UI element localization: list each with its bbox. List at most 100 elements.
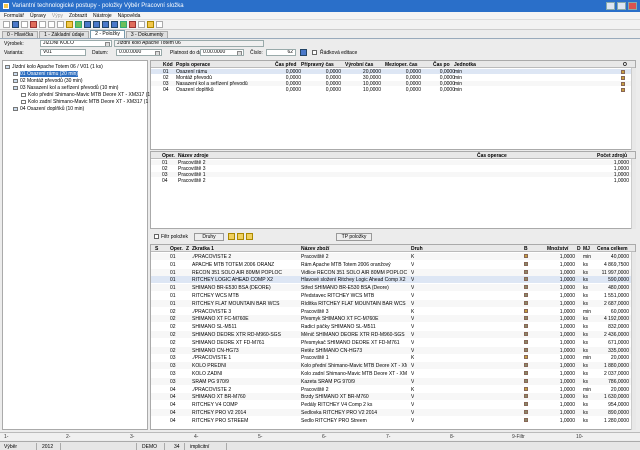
tree-item-03-1[interactable]: Kolo přední Shimano-Mavic MTB Deore XT -… (21, 92, 158, 98)
col-popis[interactable]: Popis operace (176, 62, 210, 68)
col-mnozstvi[interactable]: Množství (547, 246, 568, 252)
platnost-field[interactable]: 0.00.0000 (200, 49, 244, 56)
maximize-button[interactable] (617, 2, 626, 10)
filtr-checkbox[interactable] (154, 234, 159, 239)
col-nazev-zdroje[interactable]: Název zdroje (178, 153, 209, 159)
fkey-10[interactable]: 10- (576, 434, 583, 440)
help-icon[interactable] (156, 21, 163, 28)
print-icon[interactable] (21, 21, 28, 28)
col-o[interactable]: O (623, 62, 627, 68)
operation-flag-icon[interactable] (621, 70, 625, 74)
table-row[interactable] (151, 172, 631, 177)
col-cas-po[interactable]: Čas po (433, 62, 450, 68)
tab-dokumenty[interactable]: 3 - Dokumenty (125, 31, 169, 38)
col-d[interactable]: D (577, 246, 581, 252)
table-row[interactable] (151, 166, 631, 171)
cislo-field[interactable]: 62 (266, 49, 296, 56)
col-vyrobni[interactable]: Výrobní čas (345, 62, 373, 68)
tab-polozky[interactable]: 2 - Položky (90, 30, 125, 38)
menu-vypy[interactable]: Výpy (52, 13, 63, 19)
folder-icon[interactable] (228, 233, 235, 240)
col-jednotka[interactable]: Jednotka (454, 62, 476, 68)
res-scrollbar[interactable] (631, 159, 636, 229)
tab-hlavicka[interactable]: 0 - Hlavička (2, 31, 39, 38)
col-kod[interactable]: Kód (163, 62, 173, 68)
druhy-button[interactable]: Druhy (194, 233, 224, 241)
fkey-3[interactable]: 3- (130, 434, 134, 440)
fkey-9[interactable]: 9-Filtr (512, 434, 525, 440)
ops-scrollbar[interactable] (631, 68, 636, 150)
varianta-field[interactable]: V01 (40, 49, 86, 56)
add-record-icon[interactable] (120, 21, 127, 28)
refresh-icon[interactable] (75, 21, 82, 28)
new-icon[interactable] (3, 21, 10, 28)
fkey-8[interactable]: 8- (450, 434, 454, 440)
vyrobek-field[interactable]: JÍZDNÍ KOLO (40, 40, 112, 47)
tp-polozky-button[interactable]: TP položky (336, 233, 372, 241)
menu-formular[interactable]: Formulář (4, 13, 24, 19)
prev-record-icon[interactable] (93, 21, 100, 28)
col-s[interactable]: S (155, 246, 158, 252)
save-small-icon[interactable] (300, 49, 307, 56)
table-cell: 1,0000 (613, 178, 629, 184)
col-cas-operace[interactable]: Čas operace (477, 153, 507, 159)
last-record-icon[interactable] (111, 21, 118, 28)
delete-icon[interactable] (30, 21, 37, 28)
calendar-icon[interactable] (155, 51, 160, 55)
tree-item-03-2[interactable]: Kolo zadní Shimano-Mavic MTB Deore XT - … (21, 99, 156, 105)
next-record-icon[interactable] (102, 21, 109, 28)
fkey-1[interactable]: 1- (4, 434, 8, 440)
menu-napoveda[interactable]: Nápověda (118, 13, 141, 19)
first-record-icon[interactable] (84, 21, 91, 28)
col-nazev-zbozi[interactable]: Název zboží (301, 246, 329, 252)
col-mj[interactable]: MJ (583, 246, 590, 252)
tree-item-02[interactable]: 02 Montáž převodů (30 min) (13, 78, 83, 84)
col-z[interactable]: Z (186, 246, 189, 252)
datum-field[interactable]: 0.00.0000 (116, 49, 162, 56)
tab-zakladni-udaje[interactable]: 1 - Základní údaje (39, 31, 90, 38)
fkey-6[interactable]: 6- (322, 434, 326, 440)
remove-record-icon[interactable] (129, 21, 136, 28)
fkey-4[interactable]: 4- (194, 434, 198, 440)
fkey-7[interactable]: 7- (386, 434, 390, 440)
calendar-icon-2[interactable] (237, 51, 242, 55)
col-b[interactable]: B (524, 246, 528, 252)
menu-zobrazit[interactable]: Zobrazit (69, 13, 87, 19)
close-button[interactable] (628, 2, 637, 10)
check-icon[interactable] (138, 21, 145, 28)
paste-icon[interactable] (57, 21, 64, 28)
col-druh[interactable]: Druh (411, 246, 423, 252)
col-zkratka[interactable]: Zkratka 1 (192, 246, 214, 252)
folder-add-icon[interactable] (246, 233, 253, 240)
col-cena[interactable]: Cena celkem (597, 246, 628, 252)
folder-open-icon[interactable] (237, 233, 244, 240)
copy-icon[interactable] (48, 21, 55, 28)
operation-flag-icon[interactable] (621, 82, 625, 86)
tree-root[interactable]: Jízdní kolo Apache Totem 06 / V01 (1 ks) (5, 64, 103, 70)
col-pripravny[interactable]: Přípravný čas (301, 62, 334, 68)
save-icon[interactable] (12, 21, 19, 28)
operation-flag-icon[interactable] (621, 88, 625, 92)
fkey-2[interactable]: 2- (66, 434, 70, 440)
minimize-button[interactable] (606, 2, 615, 10)
tree-item-04[interactable]: 04 Osazení doplňků (10 min) (13, 106, 84, 112)
mail-icon[interactable] (147, 21, 154, 28)
radkova-editace-checkbox[interactable] (312, 50, 317, 55)
dropdown-icon[interactable] (105, 42, 110, 46)
filter-icon[interactable] (66, 21, 73, 28)
col-oper[interactable]: Oper. (170, 246, 183, 252)
menu-nastroje[interactable]: Nástroje (93, 13, 112, 19)
tree-item-03[interactable]: 03 Nasazení kol a seřízení převodů (10 m… (13, 85, 118, 91)
cut-icon[interactable] (39, 21, 46, 28)
col-oper[interactable]: Oper. (162, 153, 175, 159)
menu-upravy[interactable]: Úpravy (30, 13, 46, 19)
table-row[interactable] (151, 178, 631, 183)
tree-item-01[interactable]: 01 Osazení rámu (20 min) (13, 71, 79, 77)
fkey-5[interactable]: 5- (258, 434, 262, 440)
operation-flag-icon[interactable] (621, 76, 625, 80)
table-row[interactable] (151, 160, 631, 165)
col-mezioper[interactable]: Mezioper. čas (385, 62, 418, 68)
col-pocet-zdroju[interactable]: Počet zdrojů (597, 153, 627, 159)
col-cas-pred[interactable]: Čas před (275, 62, 296, 68)
items-scrollbar[interactable] (631, 252, 636, 430)
